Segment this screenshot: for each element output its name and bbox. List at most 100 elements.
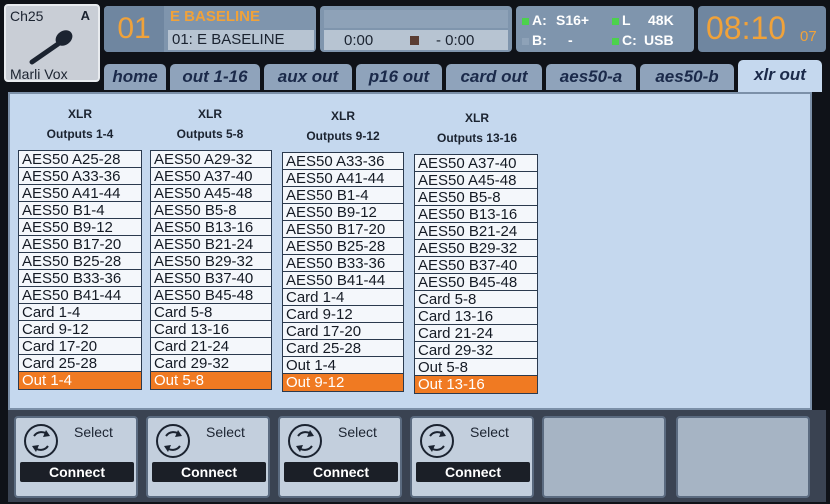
list-item[interactable]: AES50 B37-40 <box>415 257 537 274</box>
scene-display[interactable]: 01 E BASELINE 01: E BASELINE <box>104 6 316 52</box>
list-item[interactable]: AES50 A41-44 <box>283 170 403 187</box>
list-item[interactable]: AES50 B45-48 <box>151 287 271 304</box>
list-item[interactable]: Card 13-16 <box>151 321 271 338</box>
list-item[interactable]: AES50 A45-48 <box>415 172 537 189</box>
list-item[interactable]: AES50 B9-12 <box>19 219 141 236</box>
tab-xlr-out[interactable]: xlr out <box>738 60 822 92</box>
list-item[interactable]: Card 25-28 <box>19 355 141 372</box>
list-item[interactable]: Card 29-32 <box>415 342 537 359</box>
clock-lock-led-icon <box>612 18 619 25</box>
list-item[interactable]: AES50 B13-16 <box>151 219 271 236</box>
list-item[interactable]: AES50 B1-4 <box>283 187 403 204</box>
list-item[interactable]: Card 21-24 <box>415 325 537 342</box>
list-item[interactable]: AES50 B45-48 <box>415 274 537 291</box>
encoder-1[interactable]: Select Connect <box>14 416 138 498</box>
encoder-4[interactable]: Select Connect <box>410 416 534 498</box>
card-b-value: - <box>568 32 573 48</box>
rotary-encoder-icon <box>156 424 190 458</box>
microphone-icon <box>29 30 73 65</box>
list-item[interactable]: AES50 B5-8 <box>415 189 537 206</box>
list-item[interactable]: AES50 B33-36 <box>19 270 141 287</box>
list-item[interactable]: AES50 B9-12 <box>283 204 403 221</box>
selected-list-item[interactable]: Out 1-4 <box>19 372 141 389</box>
selected-list-item[interactable]: Out 5-8 <box>151 372 271 389</box>
list-item[interactable]: Card 9-12 <box>19 321 141 338</box>
list-item[interactable]: AES50 B17-20 <box>19 236 141 253</box>
list-item[interactable]: AES50 B29-32 <box>151 253 271 270</box>
encoder-5-empty[interactable] <box>542 416 666 498</box>
encoder-3[interactable]: Select Connect <box>278 416 402 498</box>
list-item[interactable]: Card 13-16 <box>415 308 537 325</box>
tab-out-1-16[interactable]: out 1-16 <box>170 64 260 90</box>
tab-aux-out[interactable]: aux out <box>264 64 352 90</box>
list-item[interactable]: Card 1-4 <box>19 304 141 321</box>
list-item[interactable]: Card 1-4 <box>283 289 403 306</box>
list-item[interactable]: Card 29-32 <box>151 355 271 372</box>
tab-p16-out[interactable]: p16 out <box>356 64 442 90</box>
selected-list-item[interactable]: Out 9-12 <box>283 374 403 391</box>
list-item[interactable]: AES50 B29-32 <box>415 240 537 257</box>
list-item[interactable]: AES50 B13-16 <box>415 206 537 223</box>
card-a-led-icon <box>522 18 529 25</box>
list-item[interactable]: AES50 B41-44 <box>283 272 403 289</box>
column-3-title: XLR <box>331 109 355 123</box>
tab-home[interactable]: home <box>104 64 166 90</box>
list-item[interactable]: AES50 A25-28 <box>19 151 141 168</box>
card-c-label: C: <box>622 32 637 48</box>
scene-number: 01 <box>104 6 164 52</box>
list-item[interactable]: AES50 B33-36 <box>283 255 403 272</box>
rotary-encoder-icon <box>420 424 454 458</box>
encoder-6-empty[interactable] <box>676 416 810 498</box>
list-item[interactable]: AES50 B5-8 <box>151 202 271 219</box>
connect-button[interactable]: Connect <box>20 462 134 482</box>
list-item[interactable]: AES50 A41-44 <box>19 185 141 202</box>
scene-name: E BASELINE <box>170 8 261 25</box>
connect-button[interactable]: Connect <box>152 462 266 482</box>
list-item[interactable]: AES50 B37-40 <box>151 270 271 287</box>
list-item[interactable]: AES50 A33-36 <box>283 153 403 170</box>
list-item[interactable]: Card 9-12 <box>283 306 403 323</box>
transport-display[interactable]: 0:00 - 0:00 <box>320 6 512 52</box>
remaining-time: - 0:00 <box>436 32 475 49</box>
tab-card-out[interactable]: card out <box>446 64 542 90</box>
list-item[interactable]: AES50 A37-40 <box>415 155 537 172</box>
channel-strip-box[interactable]: Ch25 A Marli Vox <box>4 4 100 82</box>
list-item[interactable]: AES50 B25-28 <box>283 238 403 255</box>
list-item[interactable]: Card 5-8 <box>415 291 537 308</box>
output-list-1-4[interactable]: AES50 A25-28 AES50 A33-36 AES50 A41-44 A… <box>18 150 142 390</box>
list-item[interactable]: Out 1-4 <box>283 357 403 374</box>
list-item[interactable]: AES50 B25-28 <box>19 253 141 270</box>
card-b-led-icon <box>522 38 529 45</box>
selected-list-item[interactable]: Out 13-16 <box>415 376 537 393</box>
tab-aes50-b[interactable]: aes50-b <box>640 64 734 90</box>
output-list-13-16[interactable]: AES50 A37-40 AES50 A45-48 AES50 B5-8 AES… <box>414 154 538 394</box>
list-item[interactable]: AES50 B41-44 <box>19 287 141 304</box>
tab-aes50-a[interactable]: aes50-a <box>546 64 636 90</box>
rotary-encoder-icon <box>24 424 58 458</box>
list-item[interactable]: AES50 B21-24 <box>151 236 271 253</box>
list-item[interactable]: Out 5-8 <box>415 359 537 376</box>
list-item[interactable]: Card 17-20 <box>283 323 403 340</box>
list-item[interactable]: AES50 B1-4 <box>19 202 141 219</box>
column-4-header: XLR Outputs 13-16 <box>416 108 538 148</box>
encoder-select-label: Select <box>206 424 245 440</box>
channel-bank: A <box>80 8 90 23</box>
list-item[interactable]: AES50 B17-20 <box>283 221 403 238</box>
connect-button[interactable]: Connect <box>284 462 398 482</box>
list-item[interactable]: AES50 A37-40 <box>151 168 271 185</box>
clock-seconds: 07 <box>800 28 817 45</box>
connect-button[interactable]: Connect <box>416 462 530 482</box>
output-list-9-12[interactable]: AES50 A33-36 AES50 A41-44 AES50 B1-4 AES… <box>282 152 404 392</box>
list-item[interactable]: Card 21-24 <box>151 338 271 355</box>
list-item[interactable]: Card 17-20 <box>19 338 141 355</box>
list-item[interactable]: Card 5-8 <box>151 304 271 321</box>
output-list-5-8[interactable]: AES50 A29-32 AES50 A37-40 AES50 A45-48 A… <box>150 150 272 390</box>
list-item[interactable]: AES50 A33-36 <box>19 168 141 185</box>
list-item[interactable]: AES50 A29-32 <box>151 151 271 168</box>
list-item[interactable]: AES50 B21-24 <box>415 223 537 240</box>
sample-rate: 48K <box>648 12 674 28</box>
list-item[interactable]: AES50 A45-48 <box>151 185 271 202</box>
list-item[interactable]: Card 25-28 <box>283 340 403 357</box>
encoder-2[interactable]: Select Connect <box>146 416 270 498</box>
rotary-encoder-icon <box>288 424 322 458</box>
